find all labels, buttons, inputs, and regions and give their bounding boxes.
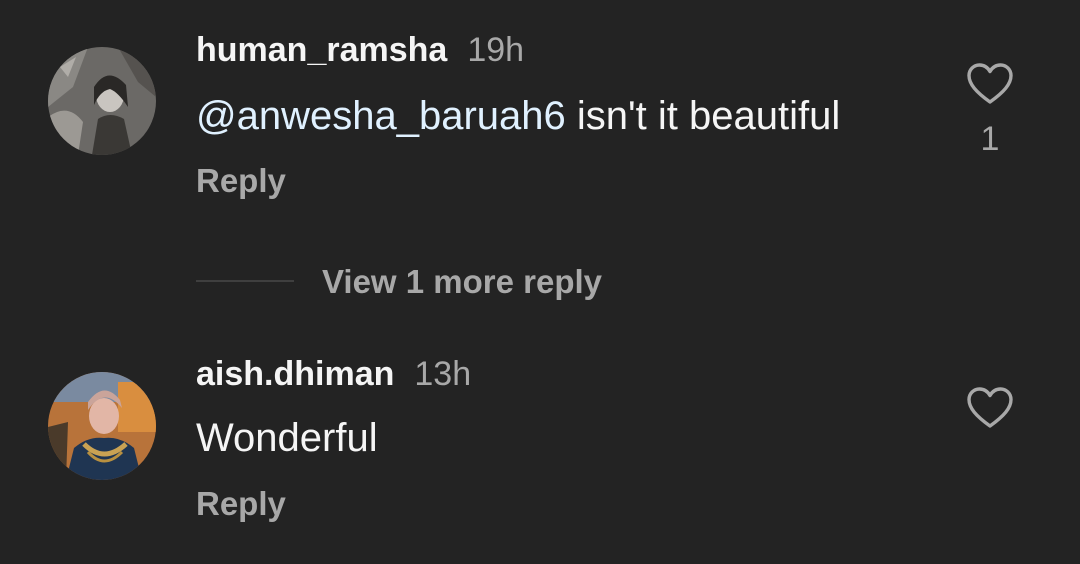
- comment-text: Wonderful: [196, 414, 378, 462]
- view-more-replies[interactable]: View 1 more reply: [196, 262, 676, 302]
- avatar-photo: [48, 47, 156, 155]
- like-count: 1: [980, 120, 1000, 158]
- comment-body: Wonderful: [196, 416, 378, 460]
- comment-header: human_ramsha 19h: [196, 30, 524, 70]
- comment-text: @anwesha_baruah6 isn't it beautiful: [196, 92, 840, 140]
- timestamp: 13h: [414, 355, 472, 393]
- heart-outline-icon: [967, 387, 1013, 428]
- avatar-photo: [48, 372, 156, 480]
- timestamp: 19h: [467, 31, 525, 69]
- reply-button[interactable]: Reply: [196, 161, 286, 201]
- comment-item: aish.dhiman 13h Wonderful Reply: [0, 340, 1080, 564]
- heart-outline-icon: [967, 63, 1013, 104]
- avatar[interactable]: [48, 47, 156, 155]
- mention-link[interactable]: @anwesha_baruah6: [196, 94, 566, 138]
- reply-button[interactable]: Reply: [196, 484, 286, 524]
- username[interactable]: human_ramsha: [196, 31, 447, 69]
- view-more-replies-label[interactable]: View 1 more reply: [322, 262, 602, 302]
- like-button[interactable]: [966, 386, 1014, 430]
- divider-line: [196, 280, 294, 282]
- avatar[interactable]: [48, 372, 156, 480]
- comment-header: aish.dhiman 13h: [196, 354, 471, 394]
- like-button[interactable]: [966, 62, 1014, 106]
- comment-item: human_ramsha 19h @anwesha_baruah6 isn't i…: [0, 0, 1080, 240]
- username[interactable]: aish.dhiman: [196, 355, 394, 393]
- comment-body: isn't it beautiful: [565, 94, 841, 138]
